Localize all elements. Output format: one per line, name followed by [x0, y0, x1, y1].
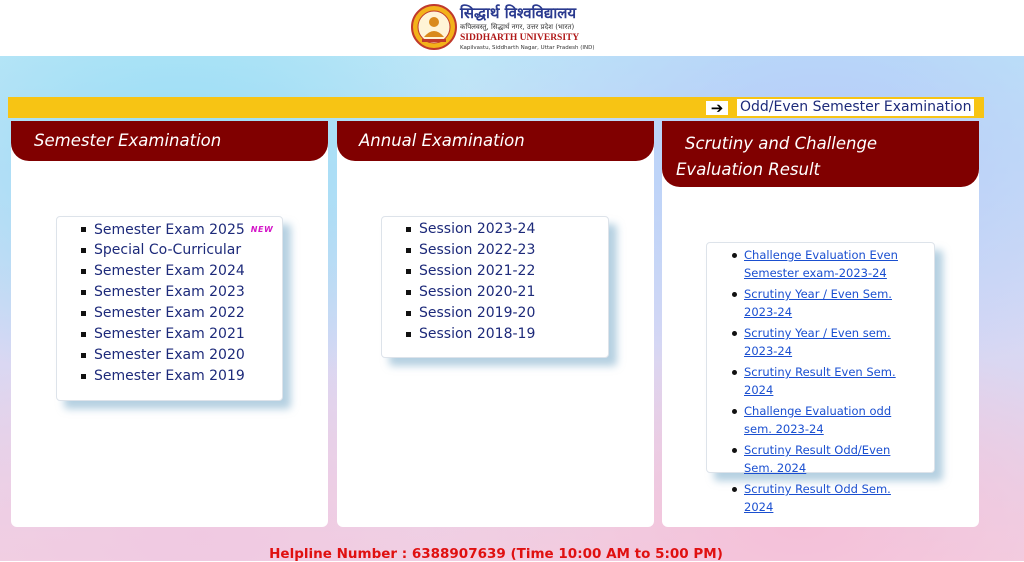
university-emblem-icon: [411, 4, 457, 50]
list-item[interactable]: Session 2019-20: [382, 303, 608, 324]
logo-english-address: Kapilvastu, Siddharth Nagar, Uttar Prade…: [460, 45, 595, 51]
logo-hindi-address: कपिलवस्तु, सिद्धार्थ नगर, उत्तर प्रदेश (…: [460, 23, 575, 31]
university-logo[interactable]: सिद्धार्थ विश्वविद्यालय कपिलवस्तु, सिद्ध…: [410, 3, 594, 53]
annual-examination-title: Annual Examination: [337, 121, 654, 161]
list-item[interactable]: Scrutiny Result Even Sem. 2024: [707, 363, 920, 399]
list-item[interactable]: Scrutiny Year / Even sem. 2023-24: [707, 324, 920, 360]
semester-examination-title: Semester Examination: [11, 121, 328, 161]
scrutiny-result-card: Scrutiny and Challenge Evaluation Result…: [662, 121, 979, 527]
logo-hindi-name: सिद्धार्थ विश्वविद्यालय: [460, 4, 577, 22]
list-item[interactable]: Session 2021-22: [382, 261, 608, 282]
list-item[interactable]: Semester Exam 2019: [57, 366, 282, 387]
list-item[interactable]: Semester Exam 2025 NEW: [57, 219, 282, 240]
list-item[interactable]: Session 2023-24: [382, 219, 608, 240]
list-item[interactable]: Semester Exam 2022: [57, 303, 282, 324]
list-item[interactable]: Semester Exam 2020: [57, 345, 282, 366]
right-arrow-icon: ➔: [706, 101, 728, 116]
list-item[interactable]: Semester Exam 2024: [57, 261, 282, 282]
new-badge: NEW: [250, 225, 274, 234]
list-item[interactable]: Scrutiny Year / Even Sem. 2023-24: [707, 285, 920, 321]
list-item[interactable]: Special Co-Curricular: [57, 240, 282, 261]
logo-english-name: SIDDHARTH UNIVERSITY: [460, 33, 580, 43]
annual-exam-list: Session 2023-24 Session 2022-23 Session …: [381, 216, 609, 358]
list-item[interactable]: Challenge Evaluation Even Semester exam-…: [707, 246, 920, 282]
helpline-number: Helpline Number : 6388907639 (Time 10:00…: [269, 546, 723, 562]
list-item[interactable]: Session 2022-23: [382, 240, 608, 261]
list-item[interactable]: Semester Exam 2021: [57, 324, 282, 345]
site-header: सिद्धार्थ विश्वविद्यालय कपिलवस्तु, सिद्ध…: [0, 0, 1024, 56]
list-item[interactable]: Semester Exam 2023: [57, 282, 282, 303]
list-item[interactable]: Scrutiny Result Odd/Even Sem. 2024: [707, 441, 920, 477]
annual-examination-card: Annual Examination Session 2023-24 Sessi…: [337, 121, 654, 527]
semester-examination-card: Semester Examination Semester Exam 2025 N…: [11, 121, 328, 527]
scrutiny-result-title: Scrutiny and Challenge Evaluation Result: [662, 121, 979, 187]
list-item[interactable]: Session 2020-21: [382, 282, 608, 303]
list-item[interactable]: Session 2018-19: [382, 324, 608, 345]
announcement-link[interactable]: Odd/Even Semester Examination: [737, 99, 975, 116]
list-item[interactable]: Challenge Evaluation odd sem. 2023-24: [707, 402, 920, 438]
list-item[interactable]: Scrutiny Result Odd Sem. 2024: [707, 480, 920, 516]
semester-exam-list: Semester Exam 2025 NEW Special Co-Curricu…: [56, 216, 283, 401]
scrutiny-result-list: Challenge Evaluation Even Semester exam-…: [706, 242, 935, 514]
